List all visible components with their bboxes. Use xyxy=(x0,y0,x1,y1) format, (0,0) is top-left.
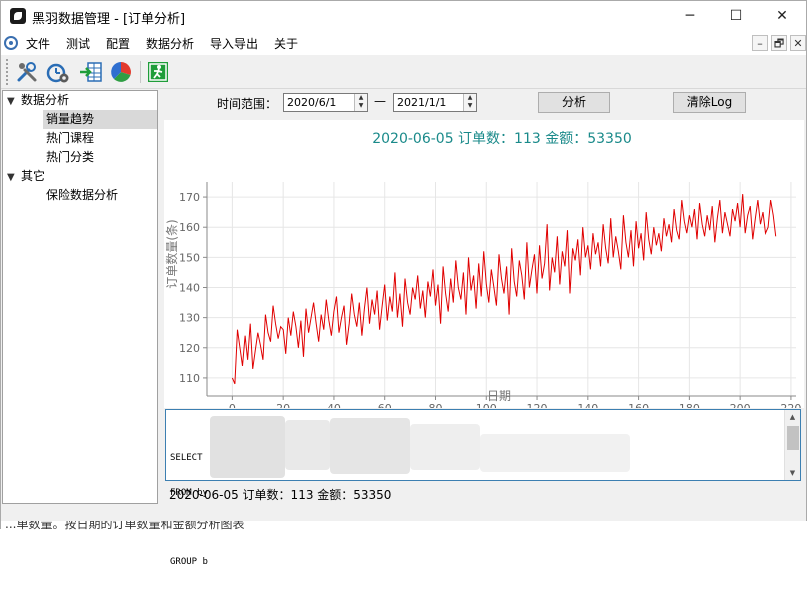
sql-text: SELECT FROM by WHERE GROUP b xyxy=(170,430,213,591)
exit-icon[interactable] xyxy=(146,60,170,84)
start-date-value: 2020/6/1 xyxy=(287,96,337,109)
toolbar-separator xyxy=(140,61,141,83)
redacted-block xyxy=(210,416,285,478)
tree-group-label: 数据分析 xyxy=(21,93,70,107)
start-date-spinner[interactable]: ▲ ▼ xyxy=(354,94,367,111)
x-tick-label: 180 xyxy=(679,402,700,408)
scroll-thumb[interactable] xyxy=(787,426,799,450)
mdi-close-button[interactable]: ✕ xyxy=(790,35,806,51)
x-tick-label: 80 xyxy=(428,402,442,408)
menu-about[interactable]: 关于 xyxy=(274,35,298,52)
x-tick-label: 120 xyxy=(527,402,548,408)
y-tick-label: 170 xyxy=(179,191,200,204)
x-tick-label: 220 xyxy=(780,402,801,408)
y-tick-label: 160 xyxy=(179,221,200,234)
scroll-down-icon[interactable]: ▼ xyxy=(785,466,800,480)
redacted-block xyxy=(285,420,330,470)
content-area: 时间范围： 2020/6/1 ▲ ▼ — 2021/1/1 ▲ ▼ 分析 清除Log… xyxy=(164,90,804,567)
tools-icon[interactable] xyxy=(15,60,39,84)
tree-item-hot-courses[interactable]: 热门课程 xyxy=(46,129,94,148)
toolbar-grip[interactable] xyxy=(6,59,10,85)
end-date-spinner[interactable]: ▲ ▼ xyxy=(463,94,476,111)
y-tick-label: 110 xyxy=(179,372,200,385)
sql-log-panel[interactable]: SELECT FROM by WHERE GROUP b ▲ ▼ xyxy=(165,409,801,567)
menu-import-export[interactable]: 导入导出 xyxy=(210,35,258,52)
chevron-down-icon[interactable]: ▼ xyxy=(7,168,21,187)
mdi-restore-button[interactable]: 🗗 xyxy=(771,35,787,51)
chevron-down-icon[interactable]: ▼ xyxy=(7,92,21,111)
chart-title: 2020-06-05 订单数：113 金额：53350 xyxy=(372,131,632,147)
toolbar xyxy=(1,55,806,89)
y-tick-label: 150 xyxy=(179,251,200,264)
window-title: 黑羽数据管理 - [订单分析] xyxy=(32,12,186,27)
sql-scrollbar[interactable]: ▲ ▼ xyxy=(784,410,800,480)
x-tick-label: 0 xyxy=(229,402,236,408)
app-window: 黑羽数据管理 - [订单分析] ─ ☐ ✕ 文件 测试 配置 数据分析 导入导出… xyxy=(0,0,807,567)
mdi-minimize-button[interactable]: – xyxy=(752,35,768,51)
redacted-block xyxy=(480,434,630,472)
x-tick-label: 160 xyxy=(628,402,649,408)
sales-chart: 1101201301401501601700204060801001201401… xyxy=(164,120,804,415)
menu-data-analysis[interactable]: 数据分析 xyxy=(146,35,194,52)
gear-clock-icon xyxy=(4,36,18,50)
scroll-up-icon[interactable]: ▲ xyxy=(785,410,800,424)
status-text: 2020-06-05 订单数：113 金额：53350 xyxy=(169,488,392,502)
menu-config[interactable]: 配置 xyxy=(106,35,130,52)
series-line xyxy=(231,194,777,385)
x-tick-label: 60 xyxy=(378,402,392,408)
tree-item-hot-categories[interactable]: 热门分类 xyxy=(46,148,94,167)
chart-svg: 1101201301401501601700204060801001201401… xyxy=(164,131,801,415)
analyze-button[interactable]: 分析 xyxy=(538,92,610,113)
sql-line: GROUP b xyxy=(170,556,208,567)
x-tick-label: 200 xyxy=(730,402,751,408)
y-tick-label: 130 xyxy=(179,312,200,325)
date-separator: — xyxy=(374,94,386,108)
menu-file[interactable]: 文件 xyxy=(26,35,50,52)
time-range-label: 时间范围： xyxy=(217,97,278,111)
import-table-icon[interactable] xyxy=(79,60,103,84)
y-tick-label: 120 xyxy=(179,342,200,355)
x-axis-label: 日期 xyxy=(487,389,511,403)
tree-group-other[interactable]: ▼ 其它 xyxy=(7,167,45,186)
title-bar: 黑羽数据管理 - [订单分析] ─ ☐ ✕ xyxy=(1,1,806,31)
pie-chart-icon[interactable] xyxy=(109,60,133,84)
app-logo-icon xyxy=(10,8,26,24)
clear-log-button[interactable]: 清除Log xyxy=(673,92,746,113)
x-tick-label: 140 xyxy=(577,402,598,408)
tree-item-sales-trend[interactable]: 销量趋势 xyxy=(43,110,157,129)
tree-group-data-analysis[interactable]: ▼ 数据分析 xyxy=(7,91,69,110)
close-button[interactable]: ✕ xyxy=(759,1,805,31)
redacted-block xyxy=(330,418,410,474)
tree-group-label: 其它 xyxy=(21,169,46,183)
redacted-block xyxy=(410,424,480,470)
end-date-value: 2021/1/1 xyxy=(397,96,447,109)
tree-item-insurance-analysis[interactable]: 保险数据分析 xyxy=(46,186,118,205)
maximize-button[interactable]: ☐ xyxy=(713,1,759,31)
minimize-button[interactable]: ─ xyxy=(667,1,713,31)
menu-test[interactable]: 测试 xyxy=(66,35,90,52)
timer-gear-icon[interactable] xyxy=(46,60,70,84)
y-tick-label: 140 xyxy=(179,281,200,294)
nav-tree: ▼ 数据分析 销量趋势 热门课程 热门分类 ▼ 其它 保险数据分析 xyxy=(2,90,158,504)
menu-bar: 文件 测试 配置 数据分析 导入导出 关于 – 🗗 ✕ xyxy=(1,31,806,55)
end-date-input[interactable]: 2021/1/1 ▲ ▼ xyxy=(393,93,477,112)
sql-line: SELECT xyxy=(170,453,203,463)
x-tick-label: 40 xyxy=(327,402,341,408)
y-axis-label: 订单数量(条) xyxy=(164,219,179,288)
start-date-input[interactable]: 2020/6/1 ▲ ▼ xyxy=(283,93,368,112)
x-tick-label: 20 xyxy=(276,402,290,408)
